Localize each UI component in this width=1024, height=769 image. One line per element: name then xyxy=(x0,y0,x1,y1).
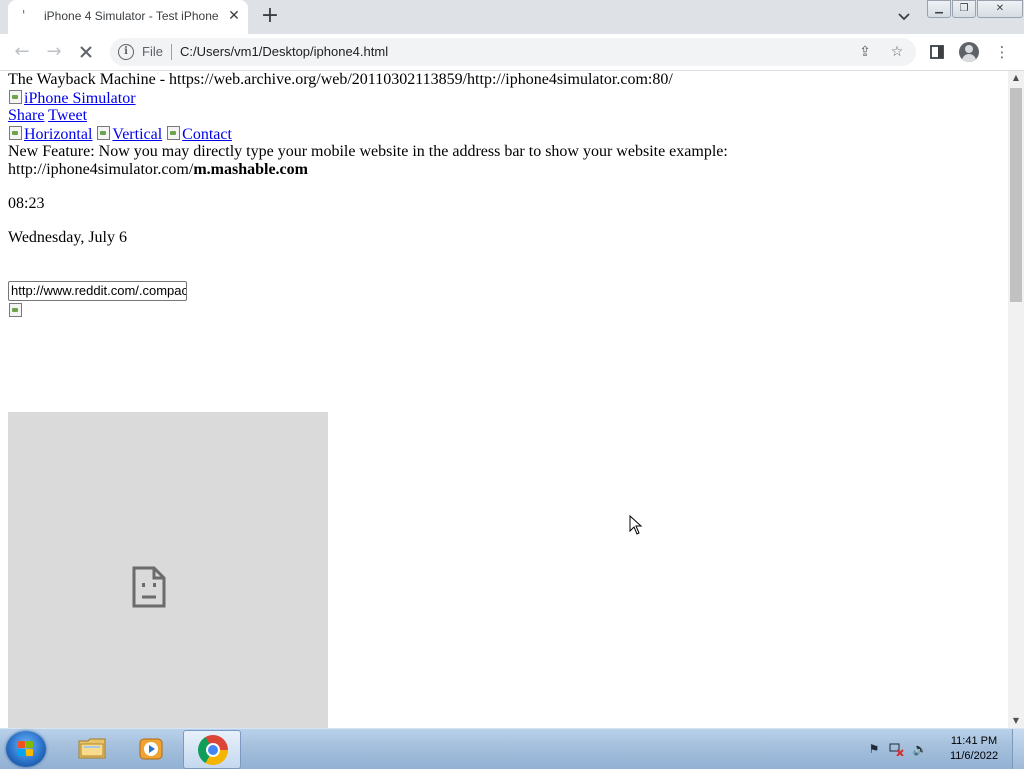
scroll-up-arrow-icon[interactable]: ▲ xyxy=(1008,71,1024,85)
scroll-thumb[interactable] xyxy=(1010,88,1022,302)
clock-date-label: 11/6/2022 xyxy=(949,750,999,762)
taskbar-explorer-button[interactable] xyxy=(62,730,118,767)
network-icon[interactable] xyxy=(888,742,904,757)
page-viewport: The Wayback Machine - https://web.archiv… xyxy=(0,71,1008,728)
page-scrollbar[interactable]: ▲ ▼ xyxy=(1008,71,1024,728)
contact-link[interactable]: Contact xyxy=(166,126,232,143)
tab-close-icon[interactable]: ✕ xyxy=(226,8,242,24)
broken-image-icon xyxy=(8,125,24,141)
logo-alt-text: iPhone Simulator xyxy=(24,90,136,107)
example-line: http://iphone4simulator.com/m.mashable.c… xyxy=(8,161,308,179)
example-prefix: http://iphone4simulator.com/ xyxy=(8,161,194,178)
action-center-icon[interactable]: ⚑ xyxy=(866,742,882,756)
tab-search-chevron-icon[interactable] xyxy=(894,7,914,27)
url-text[interactable]: C:/Users/vm1/Desktop/iphone4.html xyxy=(180,44,388,59)
back-arrow-icon[interactable]: ← xyxy=(10,40,34,64)
clock-date: Wednesday, July 6 xyxy=(8,229,127,246)
show-desktop-button[interactable] xyxy=(1012,729,1024,769)
orientation-row: Horizontal Vertical Contact xyxy=(8,125,232,144)
windows-taskbar: ⚑ 🔈 11:41 PM 11/6/2022 xyxy=(0,728,1024,769)
browser-tab[interactable]: ' iPhone 4 Simulator - Test iPhone ✕ xyxy=(8,0,248,34)
sad-page-icon xyxy=(132,566,166,608)
bookmark-star-icon[interactable]: ☆ xyxy=(888,43,906,61)
tab-title: iPhone 4 Simulator - Test iPhone xyxy=(44,9,219,23)
simulator-image xyxy=(8,302,24,321)
tab-strip: ' iPhone 4 Simulator - Test iPhone ✕ + ▁… xyxy=(0,0,1024,34)
url-scheme-label: File xyxy=(142,44,163,59)
folder-icon xyxy=(78,738,106,759)
clock-time-label: 11:41 PM xyxy=(950,735,998,747)
logo-row: iPhone Simulator xyxy=(8,89,136,108)
scroll-down-arrow-icon[interactable]: ▼ xyxy=(1008,714,1024,728)
feature-text: New Feature: Now you may directly type y… xyxy=(8,143,728,160)
menu-kebab-icon[interactable]: ⋮ xyxy=(991,41,1013,63)
address-bar[interactable]: i File C:/Users/vm1/Desktop/iphone4.html… xyxy=(110,38,916,66)
share-link[interactable]: Share xyxy=(8,107,44,124)
clock-time: 08:23 xyxy=(8,195,45,212)
url-separator xyxy=(171,44,172,60)
example-bold: m.mashable.com xyxy=(193,161,308,178)
wayback-header: The Wayback Machine - https://web.archiv… xyxy=(8,71,673,88)
chrome-icon xyxy=(198,735,228,765)
browser-toolbar: ← → i File C:/Users/vm1/Desktop/iphone4.… xyxy=(0,34,1024,71)
logo-link[interactable]: iPhone Simulator xyxy=(8,90,136,107)
stop-loading-icon[interactable] xyxy=(74,40,98,64)
broken-image-icon xyxy=(96,125,112,141)
taskbar-chrome-button[interactable] xyxy=(183,730,241,769)
media-player-icon xyxy=(139,738,163,760)
vertical-alt-text: Vertical xyxy=(112,126,163,143)
side-panel-icon[interactable] xyxy=(926,41,948,63)
new-tab-icon[interactable]: + xyxy=(258,5,282,29)
site-info-icon[interactable]: i xyxy=(118,44,134,60)
broken-image-icon xyxy=(8,302,24,318)
taskbar-media-button[interactable] xyxy=(122,730,178,767)
system-clock[interactable]: 11:41 PM 11/6/2022 xyxy=(940,734,1008,764)
volume-icon[interactable]: 🔈 xyxy=(912,742,928,756)
restore-button[interactable]: ❐ xyxy=(952,0,976,18)
minimize-button[interactable]: ▁ xyxy=(927,0,951,18)
forward-arrow-icon[interactable]: → xyxy=(42,40,66,64)
horizontal-link[interactable]: Horizontal xyxy=(8,126,92,143)
embedded-frame xyxy=(8,412,328,728)
tweet-link[interactable]: Tweet xyxy=(48,107,87,124)
simulator-url-input[interactable]: http://www.reddit.com/.compact xyxy=(8,281,187,301)
share-icon[interactable]: ⇪ xyxy=(856,43,874,61)
start-button[interactable] xyxy=(6,731,46,767)
close-window-button[interactable]: ✕ xyxy=(977,0,1023,18)
broken-image-icon xyxy=(8,89,24,105)
windows-logo-icon xyxy=(18,741,34,757)
horizontal-alt-text: Horizontal xyxy=(24,126,93,143)
social-row: Share Tweet xyxy=(8,107,87,125)
broken-image-icon xyxy=(166,125,182,141)
profile-avatar-icon[interactable] xyxy=(959,42,979,62)
tab-favicon-icon: ' xyxy=(22,8,26,22)
mouse-pointer-icon xyxy=(629,515,643,535)
contact-alt-text: Contact xyxy=(182,126,232,143)
vertical-link[interactable]: Vertical xyxy=(96,126,162,143)
